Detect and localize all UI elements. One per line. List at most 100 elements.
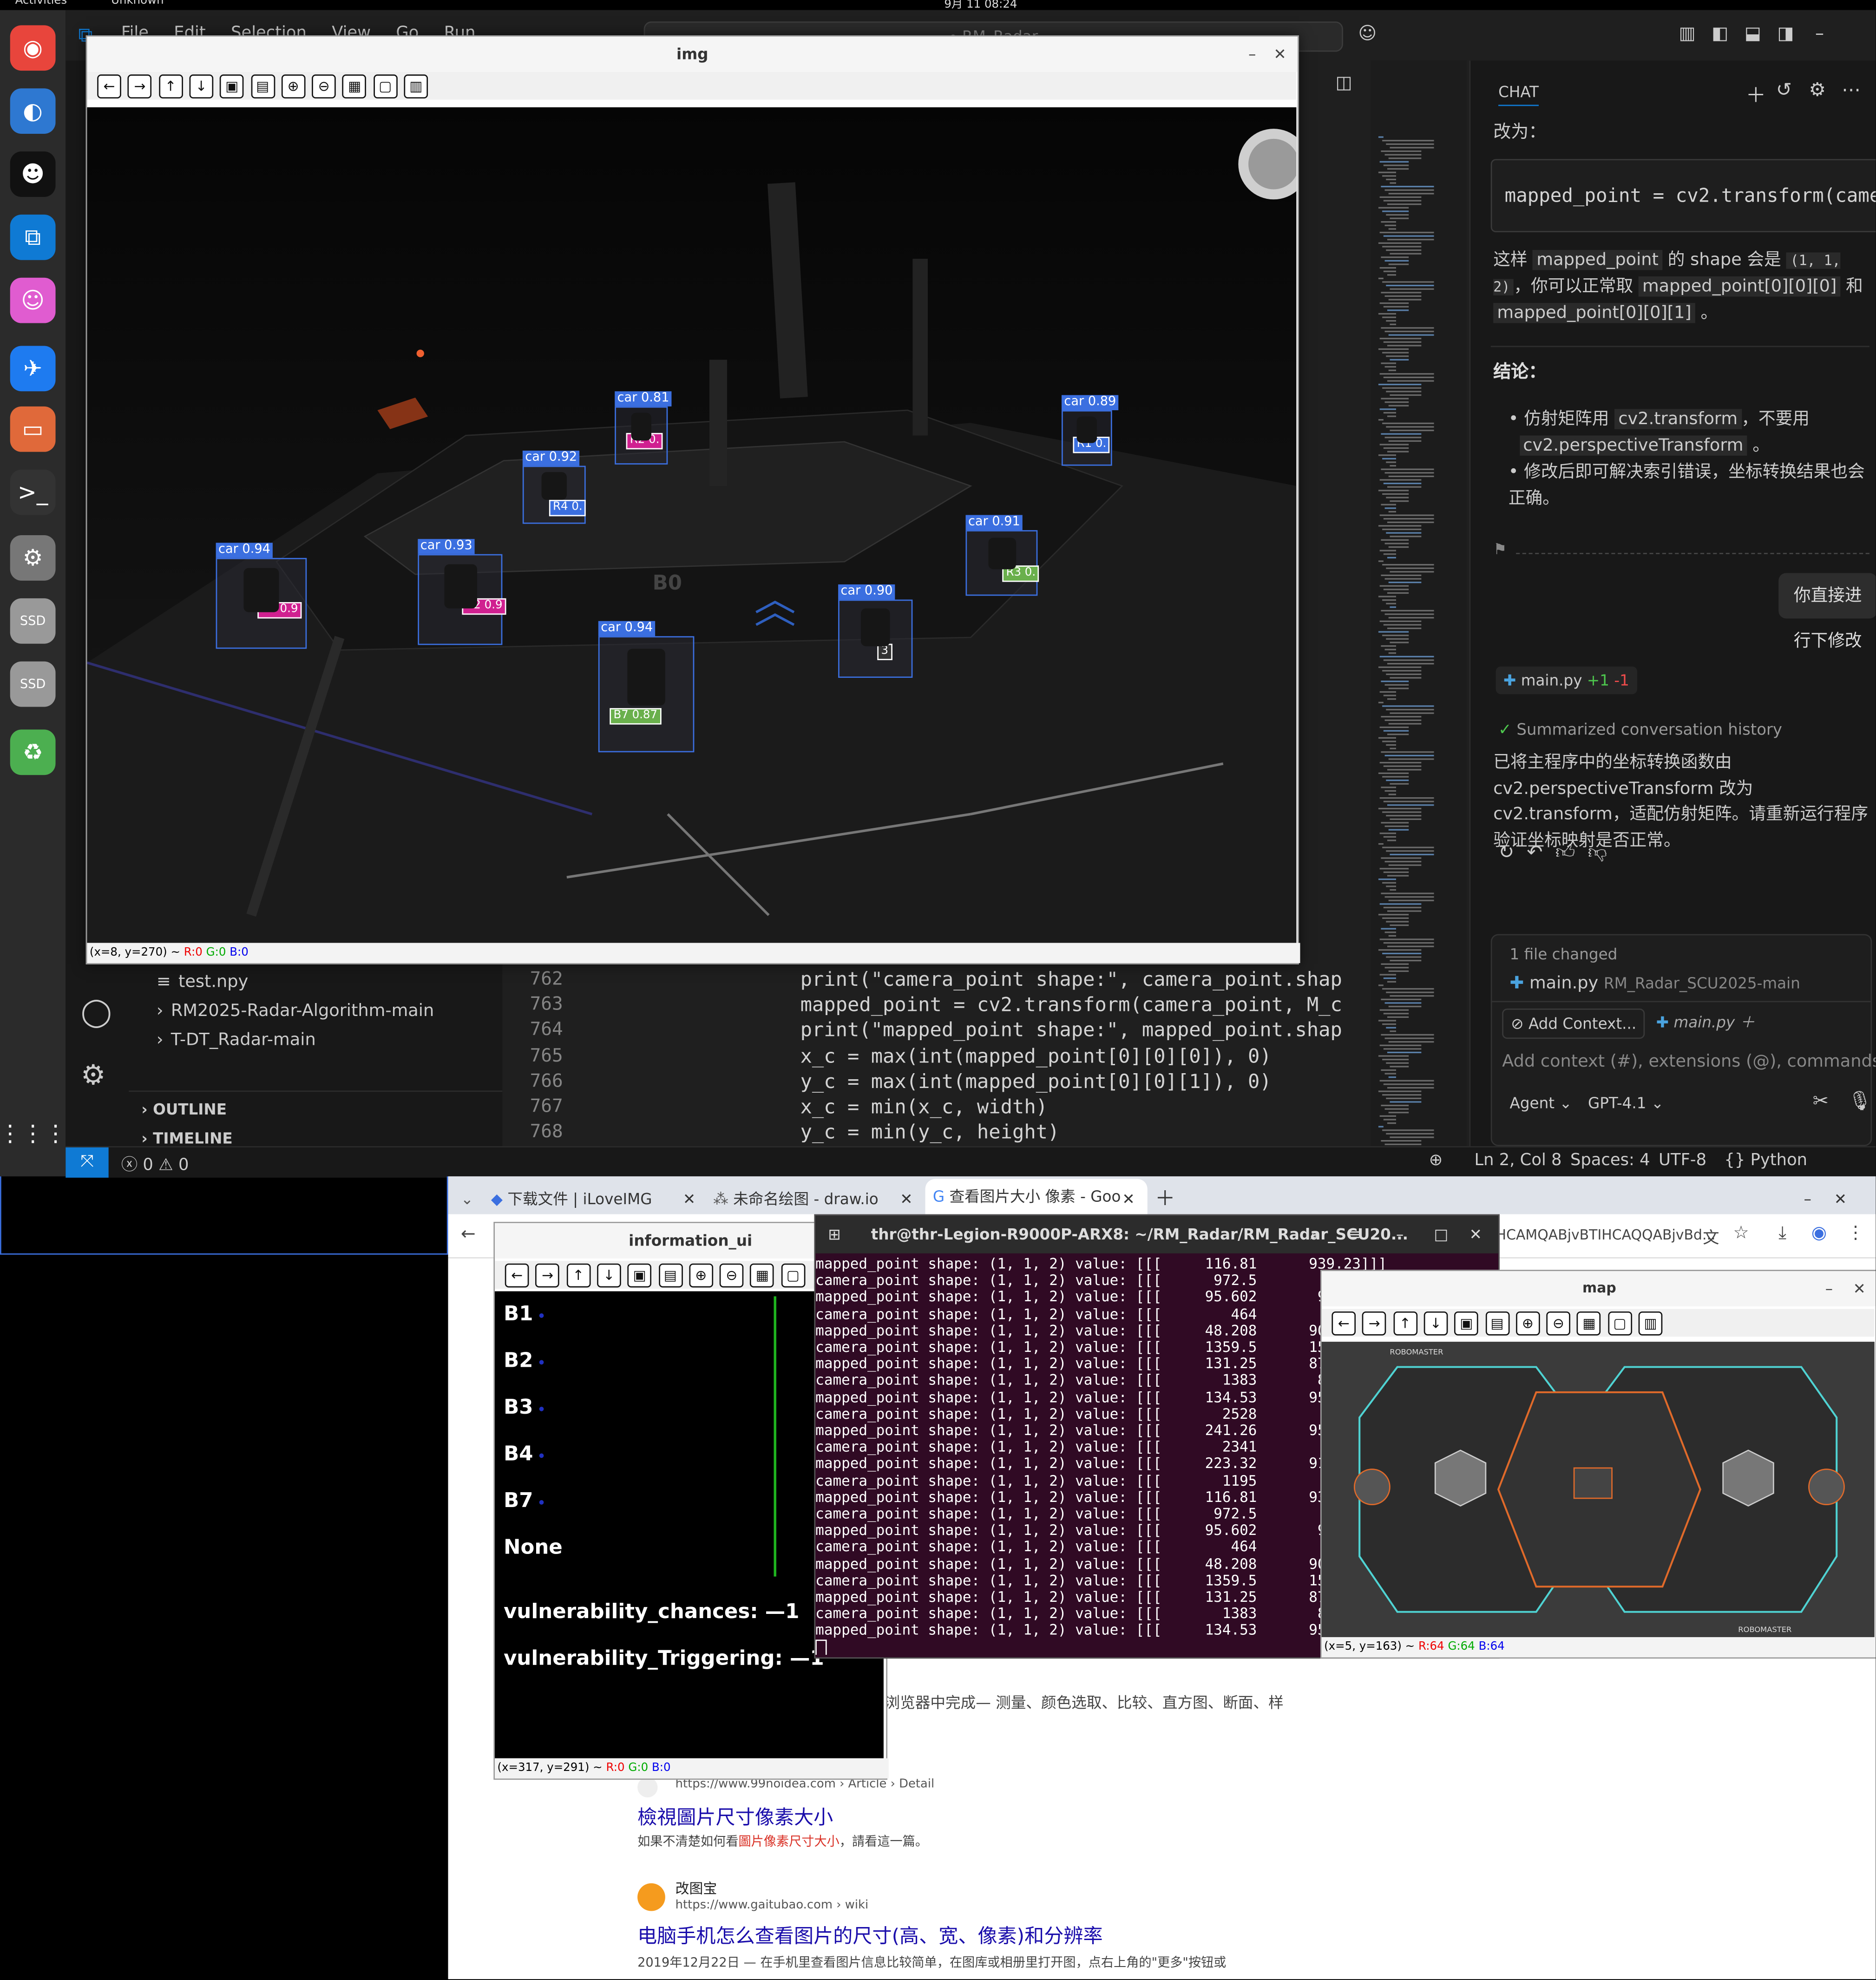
terminal-titlebar[interactable]: ⊞ thr@thr-Legion-R9000P-ARX8: ~/RM_Radar… — [815, 1215, 1499, 1253]
code-snippet[interactable]: mapped_point = cv2.transform(camera_po — [1490, 159, 1876, 232]
new-tab-icon[interactable]: ＋ — [1155, 1184, 1175, 1214]
zoom-original-icon[interactable]: ▤ — [658, 1263, 682, 1288]
close-icon[interactable]: ✕ — [1469, 1215, 1482, 1253]
edited-file-chip[interactable]: ✚ main.py +1 -1 — [1496, 666, 1637, 695]
trash-icon[interactable]: ♻ — [10, 729, 56, 775]
url-text[interactable]: HCAMQABjvBTIHCAQQABjvBd... — [1496, 1227, 1716, 1243]
zoom-fit-icon[interactable]: ▣ — [627, 1263, 652, 1288]
maximize-icon[interactable]: □ — [1434, 1215, 1449, 1253]
bookmark-star-icon[interactable]: ☆ — [1733, 1223, 1749, 1243]
mode-picker[interactable]: Agent ⌄ — [1510, 1095, 1572, 1112]
save-icon[interactable]: ▦ — [342, 74, 367, 98]
result-site[interactable]: 改图宝 — [676, 1878, 717, 1898]
tab-close-icon[interactable]: ✕ — [1122, 1184, 1135, 1214]
detection-box[interactable]: car 0.94 B1 0.9 — [216, 543, 307, 649]
retry-icon[interactable]: ↻ — [1498, 841, 1527, 864]
copilot-icon[interactable]: ☺ — [1358, 24, 1377, 44]
thumbs-up-icon[interactable]: 👍︎ — [1555, 841, 1588, 864]
pan-right-icon[interactable]: → — [128, 74, 152, 98]
zoom-original-icon[interactable]: ▤ — [250, 74, 275, 98]
model-picker[interactable]: GPT-4.1 ⌄ — [1588, 1095, 1664, 1112]
tools-icon[interactable]: ✂ — [1813, 1089, 1829, 1112]
search-icon[interactable]: ⌕ — [1310, 1215, 1318, 1253]
pan-left-icon[interactable]: ← — [505, 1263, 529, 1288]
thunderbird-icon[interactable]: ◐ — [10, 88, 56, 134]
outline-section[interactable]: › OUTLINE — [141, 1101, 227, 1118]
pan-down-icon[interactable]: ↓ — [597, 1263, 621, 1288]
minimize-icon[interactable]: – — [1815, 24, 1824, 44]
more-icon[interactable]: ⋮ — [1847, 1223, 1864, 1243]
cat-app-icon[interactable]: ☺ — [10, 277, 56, 323]
qq-icon[interactable]: ☻ — [10, 151, 56, 197]
app-grid-icon[interactable]: ⋮⋮⋮ — [0, 1111, 67, 1156]
terminal-icon[interactable]: >_ — [10, 469, 56, 515]
cursor-position[interactable]: Ln 2, Col 8 — [1474, 1151, 1561, 1170]
account-icon[interactable]: ◯ — [81, 997, 112, 1029]
zoom-out-icon[interactable]: ⊖ — [312, 74, 336, 98]
code-line[interactable]: x_c = max(int(mapped_point[0][0][0]), 0) — [800, 1043, 1371, 1069]
code-line[interactable]: x_c = min(x_c, width) — [800, 1095, 1371, 1120]
pan-left-icon[interactable]: ← — [97, 74, 121, 98]
tab-close-icon[interactable]: ✕ — [900, 1184, 912, 1214]
secondary-sidebar-toggle-icon[interactable]: ◨ — [1778, 24, 1794, 44]
explorer-item[interactable]: › T-DT_Radar-main — [157, 1030, 434, 1059]
encoding[interactable]: UTF-8 — [1659, 1151, 1706, 1170]
new-chat-icon[interactable]: ＋ — [1746, 78, 1766, 108]
feishu-icon[interactable]: ✈ — [10, 346, 56, 392]
undo-icon[interactable]: ↶ — [1527, 841, 1555, 864]
thumbs-down-icon[interactable]: 👎︎ — [1588, 841, 1620, 864]
detection-box[interactable]: car 0.89 R1 0. — [1061, 395, 1119, 466]
chat-input[interactable]: Add context (#), extensions (@), command… — [1502, 1051, 1876, 1071]
indentation[interactable]: Spaces: 4 — [1570, 1151, 1650, 1170]
zoom-in-icon[interactable]: ⊕ — [281, 74, 305, 98]
changed-file-row[interactable]: ✚ main.py RM_Radar_SCU2025-main — [1510, 973, 1800, 993]
close-icon[interactable]: ✕ — [1267, 37, 1292, 72]
minimize-icon[interactable]: – — [1817, 1271, 1842, 1306]
zoom-original-icon[interactable]: ▤ — [1485, 1311, 1509, 1336]
terminal-cursor[interactable] — [815, 1639, 827, 1655]
files-changed-label[interactable]: 1 file changed — [1510, 945, 1618, 963]
download-icon[interactable]: ⤓ — [1778, 1223, 1786, 1243]
detection-box[interactable]: car 0.91 R3 0. — [965, 515, 1040, 596]
context-file-chip[interactable]: ✚ main.py ＋ — [1648, 1009, 1762, 1036]
pan-up-icon[interactable]: ↑ — [566, 1263, 590, 1288]
zoom-out-icon[interactable]: ⊖ — [719, 1263, 744, 1288]
manage-gear-icon[interactable]: ⚙ — [81, 1060, 106, 1092]
zoom-in-icon[interactable]: ⊕ — [689, 1263, 713, 1288]
img-window-title[interactable]: img — [87, 36, 1298, 72]
settings-icon[interactable]: ▥ — [404, 74, 428, 98]
map-canvas[interactable]: ROBOMASTER ROBOMASTER — [1321, 1342, 1875, 1637]
tab-close-icon[interactable]: ✕ — [683, 1184, 695, 1214]
properties-icon[interactable]: ▢ — [1607, 1311, 1632, 1336]
detection-box[interactable]: car 0.81R2 0. — [615, 391, 672, 465]
language-mode[interactable]: {} Python — [1724, 1151, 1807, 1170]
pan-down-icon[interactable]: ↓ — [1423, 1311, 1448, 1336]
pan-right-icon[interactable]: → — [535, 1263, 560, 1288]
sidebar-toggle-icon[interactable]: ◧ — [1712, 24, 1728, 44]
close-icon[interactable]: ✕ — [1834, 1184, 1847, 1214]
chrome-icon[interactable]: ◉ — [10, 25, 56, 71]
pan-right-icon[interactable]: → — [1362, 1311, 1387, 1336]
map-window-title[interactable]: map — [1321, 1271, 1876, 1307]
layout-toggle-icon[interactable]: ▥ — [1679, 24, 1696, 44]
pan-left-icon[interactable]: ← — [1332, 1311, 1356, 1336]
close-icon[interactable]: ✕ — [1847, 1271, 1872, 1306]
tab-list-icon[interactable]: ⌄ — [461, 1184, 473, 1214]
profile-avatar[interactable]: ◉ — [1811, 1223, 1827, 1243]
split-editor-icon[interactable]: ◫ — [1336, 73, 1352, 93]
translate-icon[interactable]: 文 — [1703, 1224, 1719, 1248]
pan-up-icon[interactable]: ↑ — [1393, 1311, 1417, 1336]
detection-box[interactable]: car 0.92 R4 0. — [522, 450, 586, 524]
detection-box[interactable]: car 0.94 B7 0.87 — [598, 621, 695, 753]
clock[interactable]: 9月 11 08:24 — [944, 0, 1017, 10]
zoom-icon[interactable]: ⊕ — [1429, 1151, 1443, 1170]
activities-button[interactable]: Activities — [15, 0, 67, 7]
properties-icon[interactable]: ▢ — [373, 74, 398, 98]
chat-settings-icon[interactable]: ⚙ — [1809, 78, 1826, 101]
explorer-item[interactable]: ≡ test.npy — [157, 972, 434, 1001]
zoom-in-icon[interactable]: ⊕ — [1515, 1311, 1540, 1336]
bookmark-icon[interactable]: ⚑ — [1493, 540, 1507, 558]
result-title[interactable]: 檢視圖片尺寸像素大小 — [637, 1803, 833, 1830]
code-line[interactable]: mapped_point = cv2.transform(camera_poin… — [800, 992, 1371, 1018]
pan-down-icon[interactable]: ↓ — [189, 74, 213, 98]
